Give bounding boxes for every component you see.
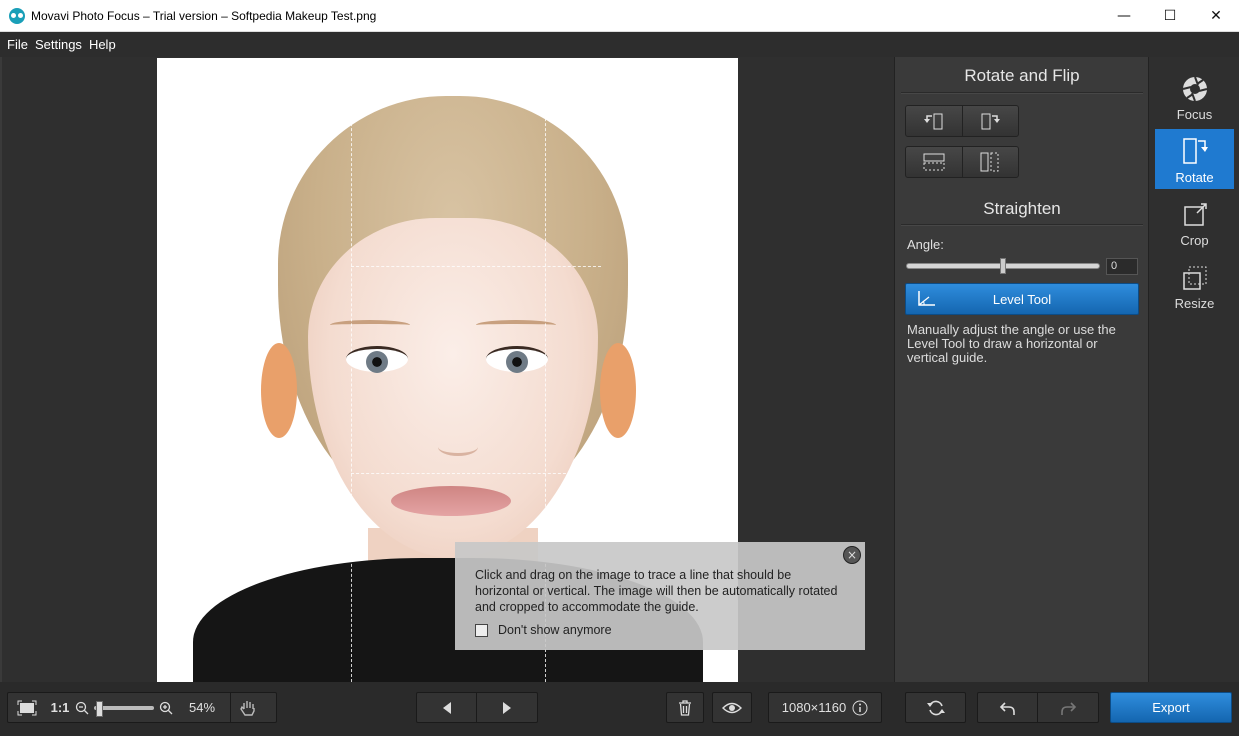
rotate-right-icon — [981, 113, 1001, 130]
image-navigation — [416, 692, 538, 723]
lips — [391, 486, 511, 516]
actual-size-button[interactable]: 1:1 — [46, 693, 74, 722]
level-tool-button[interactable]: Level Tool — [905, 283, 1139, 315]
refresh-icon — [926, 700, 945, 715]
grid-line-horizontal — [351, 473, 571, 474]
triangle-left-icon — [442, 701, 451, 714]
grid-line-vertical — [351, 58, 352, 682]
previous-image-button[interactable] — [417, 693, 477, 722]
straighten-title: Straighten — [983, 199, 1061, 218]
rotate-flip-title: Rotate and Flip — [964, 66, 1080, 85]
nose — [438, 438, 478, 456]
left-eye — [346, 346, 408, 373]
zoom-controls: 1:1 54% — [7, 692, 277, 723]
export-button[interactable]: Export — [1110, 692, 1232, 723]
image-dimensions: 1080×1160 — [781, 700, 847, 715]
menu-file[interactable]: File — [7, 37, 28, 52]
eye-icon — [722, 702, 742, 713]
menu-help[interactable]: Help — [89, 37, 116, 52]
level-tool-label: Level Tool — [992, 291, 1052, 307]
grid-line-horizontal — [351, 266, 601, 267]
undo-icon — [999, 701, 1015, 715]
delete-button[interactable] — [666, 692, 704, 723]
right-eyebrow — [476, 320, 556, 330]
flip-buttons — [905, 146, 1019, 178]
settings-panel: Rotate and Flip Straighten Angle: 0 Leve… — [894, 57, 1148, 682]
next-image-button[interactable] — [477, 693, 537, 722]
zoom-out-icon[interactable] — [74, 693, 90, 722]
tool-crop-label: Crop — [1180, 233, 1209, 248]
flip-horizontal-icon — [980, 152, 999, 172]
tool-crop[interactable]: Crop — [1155, 192, 1234, 252]
tool-rotate[interactable]: Rotate — [1155, 129, 1234, 189]
angle-slider-thumb[interactable] — [1000, 258, 1006, 274]
redo-icon — [1061, 701, 1077, 715]
tool-resize-label: Resize — [1174, 296, 1215, 311]
close-hint-icon[interactable]: × — [843, 546, 861, 564]
title-bar: Movavi Photo Focus – Trial version – Sof… — [0, 0, 1239, 32]
fit-to-window-button[interactable] — [8, 693, 46, 722]
angle-label: Angle: — [907, 237, 944, 252]
rotate-buttons — [905, 105, 1019, 137]
image-canvas[interactable]: × Click and drag on the image to trace a… — [0, 57, 894, 682]
straighten-description: Manually adjust the angle or use the Lev… — [907, 322, 1116, 365]
window-title: Movavi Photo Focus – Trial version – Sof… — [31, 8, 377, 23]
divider — [901, 224, 1143, 226]
app-icon — [9, 7, 25, 24]
zoom-slider[interactable] — [94, 700, 154, 717]
left-eyebrow — [330, 320, 410, 330]
dont-show-label[interactable]: Don't show anymore — [498, 622, 612, 638]
tool-rotate-label: Rotate — [1175, 170, 1214, 185]
tool-focus-label: Focus — [1176, 107, 1213, 122]
pan-hand-button[interactable] — [230, 693, 264, 722]
tool-resize[interactable]: Resize — [1155, 255, 1234, 315]
history-controls — [977, 692, 1099, 723]
info-icon[interactable] — [852, 700, 868, 716]
level-tool-hint: × Click and drag on the image to trace a… — [455, 542, 865, 650]
divider — [901, 92, 1143, 94]
rotate-icon — [1182, 138, 1208, 164]
angle-value-field[interactable]: 0 — [1106, 258, 1138, 275]
tool-focus[interactable]: Focus — [1155, 66, 1234, 126]
crop-icon — [1183, 203, 1207, 226]
level-tool-icon — [918, 291, 935, 306]
dont-show-checkbox[interactable] — [475, 623, 488, 637]
rotate-left-button[interactable] — [906, 106, 963, 136]
menu-settings[interactable]: Settings — [35, 37, 82, 52]
bottom-toolbar: 1:1 54% 1080×1160 Export — [0, 682, 1239, 736]
angle-slider[interactable] — [906, 258, 1100, 274]
zoom-level: 54% — [188, 700, 216, 715]
aperture-icon — [1182, 76, 1207, 102]
undo-button[interactable] — [978, 693, 1038, 722]
flip-vertical-icon — [923, 153, 945, 171]
maximize-button[interactable]: ☐ — [1147, 0, 1193, 32]
minimize-button[interactable]: — — [1101, 0, 1147, 32]
left-ear — [261, 343, 297, 438]
rotate-right-button[interactable] — [963, 106, 1019, 136]
tool-sidebar: Focus Rotate Crop Resize — [1148, 57, 1239, 682]
image-info: 1080×1160 — [768, 692, 882, 723]
right-eye — [486, 346, 548, 373]
close-window-button[interactable]: ✕ — [1193, 0, 1239, 32]
redo-button[interactable] — [1038, 693, 1098, 722]
fit-screen-icon — [17, 700, 37, 715]
hand-icon — [239, 700, 255, 716]
rotate-left-icon — [923, 113, 943, 130]
zoom-in-icon[interactable] — [158, 693, 174, 722]
menu-bar: File Settings Help — [0, 32, 1239, 57]
flip-horizontal-button[interactable] — [963, 147, 1019, 177]
flip-vertical-button[interactable] — [906, 147, 963, 177]
resize-icon — [1182, 266, 1206, 290]
right-ear — [600, 343, 636, 438]
triangle-right-icon — [503, 701, 511, 714]
hint-text: Click and drag on the image to trace a l… — [475, 568, 838, 614]
reset-button[interactable] — [905, 692, 966, 723]
preview-button[interactable] — [712, 692, 752, 723]
trash-icon — [679, 699, 691, 716]
